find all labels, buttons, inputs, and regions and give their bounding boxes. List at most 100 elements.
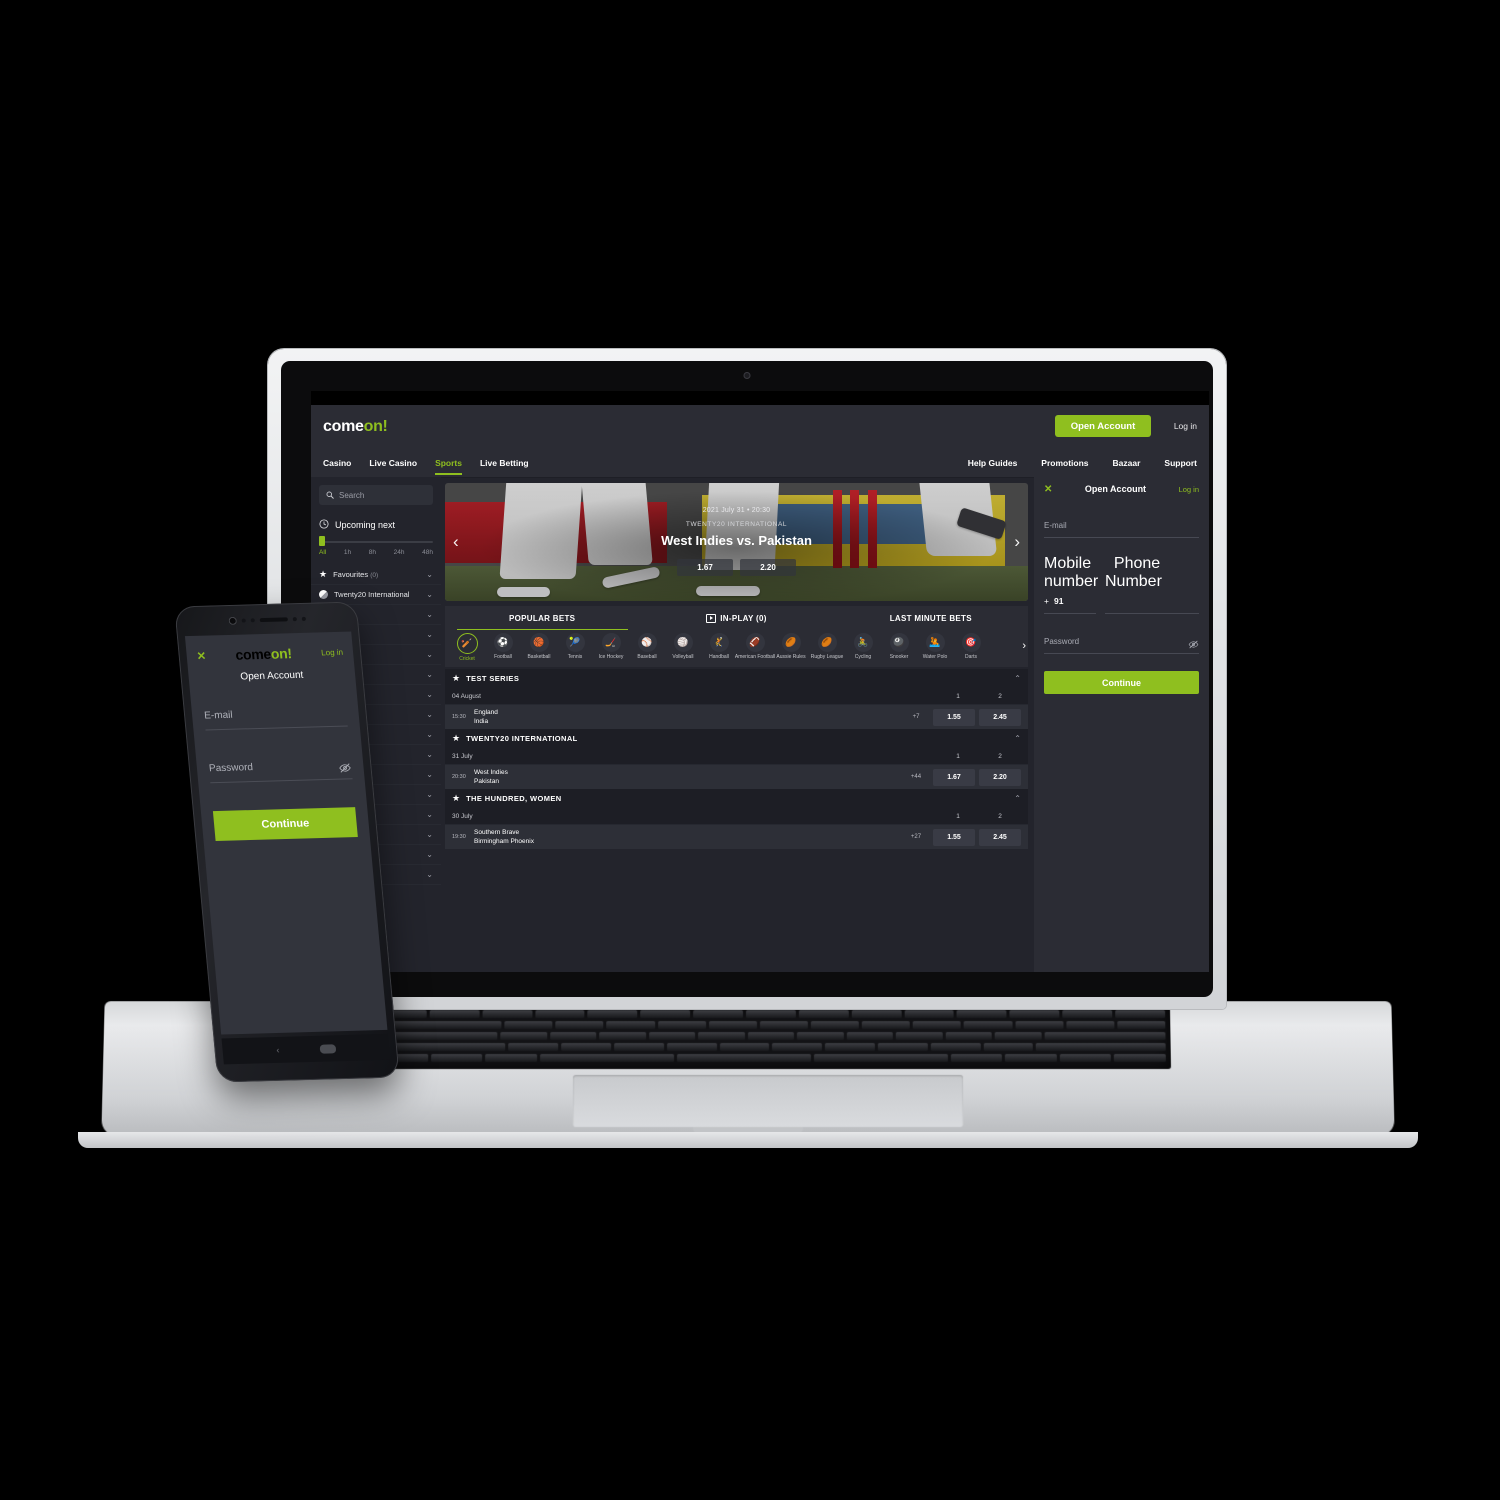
time-filter-24h[interactable]: 24h (394, 549, 405, 556)
chevron-down-icon[interactable]: ⌄ (426, 630, 433, 639)
match-group-header[interactable]: ★ TEST SERIES ⌃ (445, 669, 1028, 688)
nav-sports[interactable]: Sports (435, 458, 462, 475)
match-odd-1[interactable]: 1.55 (933, 828, 975, 846)
phone-password-field[interactable]: Password (208, 754, 353, 784)
sport-item-tennis[interactable]: 🎾 Tennis (557, 633, 593, 660)
nav-live-casino[interactable]: Live Casino (369, 458, 417, 468)
login-link[interactable]: Log in (1174, 421, 1197, 431)
chevron-up-icon[interactable]: ⌃ (1014, 674, 1021, 683)
chevron-down-icon[interactable]: ⌄ (426, 770, 433, 779)
more-markets-count[interactable]: +44 (903, 774, 929, 780)
star-icon[interactable]: ★ (452, 794, 460, 803)
search-placeholder: Search (339, 490, 365, 500)
banner-odd-1[interactable]: 1.67 (677, 559, 733, 576)
more-markets-count[interactable]: +7 (903, 714, 929, 720)
site-logo[interactable]: comeon! (323, 418, 388, 436)
chevron-down-icon[interactable]: ⌄ (426, 670, 433, 679)
chevron-up-icon[interactable]: ⌃ (1014, 794, 1021, 803)
sport-item-ice-hockey[interactable]: 🏒 Ice Hockey (593, 633, 629, 660)
more-markets-count[interactable]: +27 (903, 834, 929, 840)
chevron-down-icon[interactable]: ⌄ (426, 650, 433, 659)
match-odd-2[interactable]: 2.45 (979, 828, 1021, 846)
match-group-header[interactable]: ★ THE HUNDRED, WOMEN ⌃ (445, 789, 1028, 808)
sport-item-snooker[interactable]: 🎱 Snooker (881, 633, 917, 660)
match-odd-2[interactable]: 2.20 (979, 768, 1021, 786)
sport-item-aussie-rules[interactable]: 🏉 Aussie Rules (773, 633, 809, 660)
tab-last-minute-bets[interactable]: LAST MINUTE BETS (834, 606, 1028, 630)
eye-off-icon[interactable] (1188, 639, 1199, 650)
tab-in-play[interactable]: IN-PLAY (0) (639, 606, 833, 630)
time-filter-1h[interactable]: 1h (344, 549, 351, 556)
phone-number-field[interactable]: . Phone Number (1105, 555, 1199, 614)
chevron-down-icon[interactable]: ⌄ (426, 830, 433, 839)
nav-promotions[interactable]: Promotions (1041, 458, 1088, 468)
time-filter-48h[interactable]: 48h (422, 549, 433, 556)
panel-login-link[interactable]: Log in (1179, 485, 1199, 494)
match-odd-2[interactable]: 2.45 (979, 708, 1021, 726)
continue-button[interactable]: Continue (1044, 671, 1199, 694)
country-code-field[interactable]: Mobile number +91 (1044, 555, 1098, 614)
star-icon[interactable]: ★ (452, 674, 460, 683)
phone-continue-button[interactable]: Continue (212, 807, 358, 841)
chevron-down-icon[interactable]: ⌄ (426, 850, 433, 859)
tab-in-play-label: IN-PLAY (0) (720, 613, 767, 623)
sport-item-cycling[interactable]: 🚴 Cycling (845, 633, 881, 660)
close-icon[interactable]: ✕ (1044, 484, 1052, 495)
email-placeholder: E-mail (1044, 521, 1067, 530)
time-filter-all[interactable]: All (319, 549, 326, 556)
sport-item-rugby-league[interactable]: 🏉 Rugby League (809, 633, 845, 660)
banner-next-arrow[interactable]: › (1014, 532, 1020, 552)
chevron-down-icon[interactable]: ⌄ (426, 590, 433, 599)
chevron-down-icon[interactable]: ⌄ (426, 750, 433, 759)
phone-login-link[interactable]: Log in (321, 647, 344, 657)
home-icon[interactable] (318, 1043, 336, 1054)
tab-popular-bets[interactable]: POPULAR BETS (445, 606, 639, 630)
match-row[interactable]: 19:30 Southern Brave Birmingham Phoenix +27… (445, 824, 1028, 849)
match-odd-1[interactable]: 1.55 (933, 708, 975, 726)
sport-strip-next-arrow[interactable]: › (1022, 640, 1026, 652)
chevron-up-icon[interactable]: ⌃ (1014, 734, 1021, 743)
banner-odd-2[interactable]: 2.20 (740, 559, 796, 576)
nav-support[interactable]: Support (1164, 458, 1197, 468)
match-odd-1[interactable]: 1.67 (933, 768, 975, 786)
chevron-down-icon[interactable]: ⌄ (426, 790, 433, 799)
slider-knob[interactable] (319, 536, 325, 546)
back-icon[interactable]: ‹ (276, 1045, 280, 1055)
match-group-header[interactable]: ★ TWENTY20 INTERNATIONAL ⌃ (445, 729, 1028, 748)
match-row[interactable]: 20:30 West Indies Pakistan +44 1.67 2.20 (445, 764, 1028, 789)
sport-item-water-polo[interactable]: 🤽 Water Polo (917, 633, 953, 660)
time-filter-8h[interactable]: 8h (369, 549, 376, 556)
match-row[interactable]: 15:30 England India +7 1.55 2.45 (445, 704, 1028, 729)
search-input[interactable]: Search (319, 485, 433, 505)
banner-prev-arrow[interactable]: ‹ (453, 532, 459, 552)
time-range-slider[interactable] (319, 536, 433, 546)
chevron-down-icon[interactable]: ⌄ (426, 570, 433, 579)
phone-screen: ✕ comeon! Log in Open Account E-mail Pas… (184, 631, 388, 1035)
star-icon[interactable]: ★ (452, 734, 460, 743)
chevron-down-icon[interactable]: ⌄ (426, 810, 433, 819)
chevron-down-icon[interactable]: ⌄ (426, 610, 433, 619)
sport-item-football[interactable]: ⚽ Football (485, 633, 521, 660)
sport-item-basketball[interactable]: 🏀 Basketball (521, 633, 557, 660)
sport-item-cricket[interactable]: 🏏 Cricket (449, 633, 485, 662)
sport-item-volleyball[interactable]: 🏐 Volleyball (665, 633, 701, 660)
chevron-down-icon[interactable]: ⌄ (426, 870, 433, 879)
phone-email-field[interactable]: E-mail (203, 701, 348, 731)
nav-casino[interactable]: Casino (323, 458, 351, 468)
sport-item-baseball[interactable]: ⚾ Baseball (629, 633, 665, 660)
eye-off-icon[interactable] (338, 761, 352, 774)
chevron-down-icon[interactable]: ⌄ (426, 710, 433, 719)
sport-item-handball[interactable]: 🤾 Handball (701, 633, 737, 660)
chevron-down-icon[interactable]: ⌄ (426, 690, 433, 699)
sidebar-item-favourites[interactable]: ★ Favourites (0) ⌄ (311, 565, 441, 585)
sport-item-darts[interactable]: 🎯 Darts (953, 633, 989, 660)
nav-bazaar[interactable]: Bazaar (1113, 458, 1141, 468)
email-field[interactable]: E-mail (1044, 515, 1199, 538)
password-field[interactable]: Password (1044, 631, 1199, 654)
chevron-down-icon[interactable]: ⌄ (426, 730, 433, 739)
nav-help-guides[interactable]: Help Guides (968, 458, 1018, 468)
sport-item-american-football[interactable]: 🏈 American Football (735, 633, 775, 660)
nav-live-betting[interactable]: Live Betting (480, 458, 529, 468)
american-football-icon: 🏈 (745, 633, 765, 652)
open-account-button[interactable]: Open Account (1055, 415, 1151, 437)
